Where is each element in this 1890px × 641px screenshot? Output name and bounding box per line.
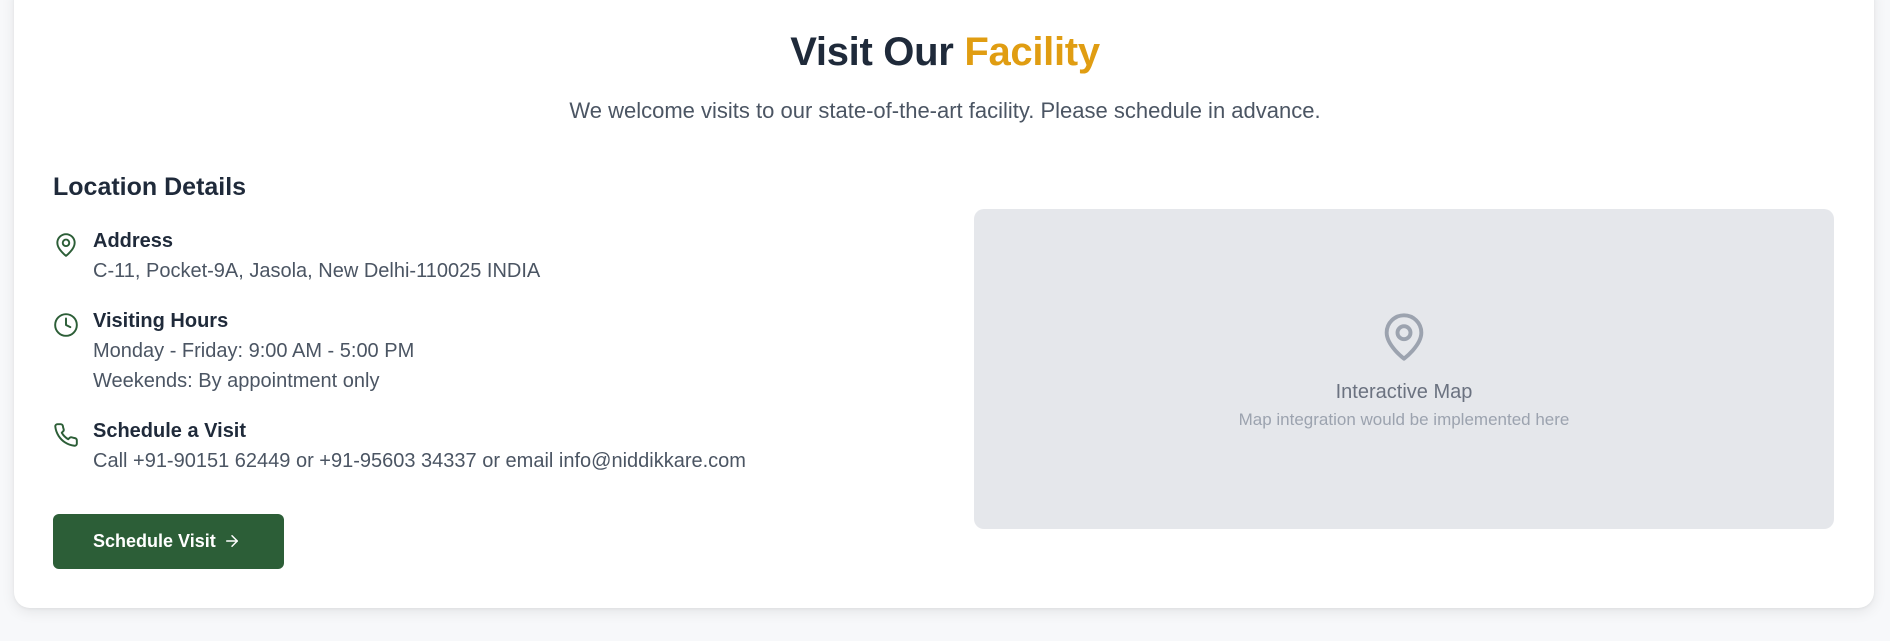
map-subtitle: Map integration would be implemented her… <box>1238 410 1570 429</box>
address-line: C-11, Pocket-9A, Jasola, New Delhi-11002… <box>93 260 541 282</box>
map-pin-icon <box>53 232 79 258</box>
weekday-hours: Monday - Friday: 9:00 AM - 5:00 PM <box>93 340 415 362</box>
visiting-hours-label: Visiting Hours <box>93 310 229 332</box>
page-subtitle: We welcome visits to our state-of-the-ar… <box>569 98 1321 123</box>
page-title: Visit Our Facility <box>0 30 1890 75</box>
phone-icon <box>53 422 79 448</box>
location-details-heading: Location Details <box>53 173 247 201</box>
map-title: Interactive Map <box>1335 381 1473 403</box>
title-accent: Facility <box>964 30 1100 74</box>
map-pin-icon <box>1378 307 1430 367</box>
address-label: Address <box>93 230 174 252</box>
interactive-map-placeholder[interactable]: Interactive Map Map integration would be… <box>974 209 1834 529</box>
weekend-hours: Weekends: By appointment only <box>93 370 380 392</box>
schedule-visit-button-label: Schedule Visit <box>93 531 216 551</box>
schedule-visit-label: Schedule a Visit <box>93 420 247 442</box>
clock-icon <box>53 312 79 338</box>
schedule-visit-button[interactable]: Schedule Visit <box>53 514 284 569</box>
arrow-right-icon <box>223 532 241 550</box>
contact-line: Call +91-90151 62449 or +91-95603 34337 … <box>93 450 746 472</box>
title-main: Visit Our <box>790 30 954 74</box>
